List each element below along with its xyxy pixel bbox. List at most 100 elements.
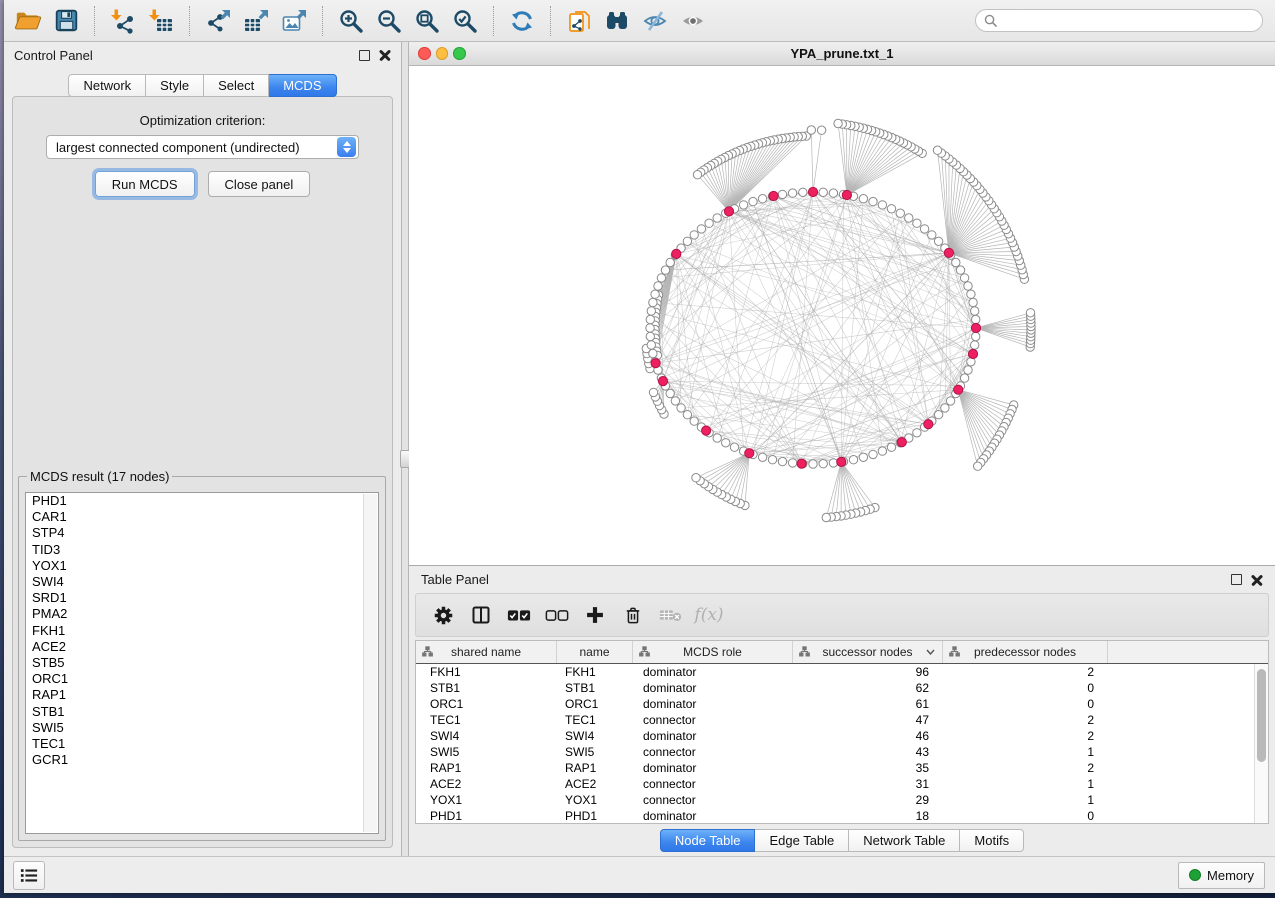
dominator-node[interactable]	[702, 426, 711, 435]
apply-function-button[interactable]: f(x)	[694, 600, 724, 630]
network-node[interactable]	[933, 146, 941, 154]
dominator-node[interactable]	[954, 385, 963, 394]
network-node[interactable]	[869, 197, 877, 205]
scrollbar-thumb[interactable]	[1257, 669, 1266, 762]
dominator-node[interactable]	[745, 449, 754, 458]
network-node[interactable]	[829, 189, 837, 197]
network-node[interactable]	[913, 219, 921, 227]
network-node[interactable]	[654, 282, 662, 290]
delete-table-button[interactable]	[656, 600, 686, 630]
network-node[interactable]	[730, 443, 738, 451]
dominator-node[interactable]	[842, 190, 851, 199]
network-node[interactable]	[969, 298, 977, 306]
network-node[interactable]	[713, 214, 721, 222]
dominator-node[interactable]	[672, 249, 681, 258]
dominator-node[interactable]	[658, 377, 667, 386]
network-window-titlebar[interactable]: YPA_prune.txt_1	[409, 42, 1275, 66]
network-node[interactable]	[972, 315, 980, 323]
mcds-result-item[interactable]: FKH1	[26, 623, 378, 639]
network-node[interactable]	[822, 513, 830, 521]
network-node[interactable]	[819, 460, 827, 468]
network-node[interactable]	[651, 290, 659, 298]
show-panels-button[interactable]	[677, 5, 709, 37]
memory-button[interactable]: Memory	[1178, 862, 1265, 889]
network-node[interactable]	[758, 195, 766, 203]
network-node[interactable]	[964, 366, 972, 374]
dominator-node[interactable]	[968, 349, 977, 358]
network-node[interactable]	[778, 190, 786, 198]
network-graph[interactable]	[409, 66, 1275, 565]
table-row[interactable]: SWI5SWI5connector431	[416, 744, 1268, 760]
close-panel-button[interactable]: Close panel	[208, 171, 311, 197]
network-node[interactable]	[934, 411, 942, 419]
network-node[interactable]	[690, 417, 698, 425]
close-panel-icon[interactable]	[379, 49, 391, 61]
tab-mcds[interactable]: MCDS	[269, 74, 336, 97]
table-row[interactable]: STB1STB1dominator620	[416, 680, 1268, 696]
dominator-node[interactable]	[769, 191, 778, 200]
add-row-button[interactable]	[580, 600, 610, 630]
network-node[interactable]	[972, 332, 980, 340]
network-node[interactable]	[657, 274, 665, 282]
network-node[interactable]	[960, 374, 968, 382]
float-panel-icon[interactable]	[1231, 574, 1242, 585]
network-node[interactable]	[646, 332, 654, 340]
column-header-successor-nodes[interactable]: successor nodes	[793, 641, 943, 663]
mcds-result-item[interactable]: TID3	[26, 542, 378, 558]
network-node[interactable]	[649, 349, 657, 357]
zoom-out-button[interactable]	[373, 5, 405, 37]
network-node[interactable]	[946, 397, 954, 405]
mcds-result-item[interactable]: PMA2	[26, 606, 378, 622]
network-node[interactable]	[646, 315, 654, 323]
mcds-result-item[interactable]: GCR1	[26, 752, 378, 768]
mcds-result-item[interactable]: STP4	[26, 525, 378, 541]
network-node[interactable]	[666, 258, 674, 266]
table-row[interactable]: YOX1YOX1connector291	[416, 792, 1268, 808]
dominator-node[interactable]	[651, 359, 660, 368]
search-input[interactable]	[1002, 13, 1262, 29]
node-table-body[interactable]: FKH1FKH1dominator962STB1STB1dominator620…	[416, 664, 1268, 823]
maximize-window-icon[interactable]	[453, 47, 466, 60]
mcds-result-item[interactable]: YOX1	[26, 558, 378, 574]
list-scrollbar[interactable]	[363, 494, 377, 832]
network-node[interactable]	[809, 460, 817, 468]
delete-rows-button[interactable]	[618, 600, 648, 630]
network-node[interactable]	[647, 341, 655, 349]
dominator-node[interactable]	[924, 420, 933, 429]
network-node[interactable]	[913, 429, 921, 437]
export-network-button[interactable]	[202, 5, 234, 37]
network-node[interactable]	[683, 411, 691, 419]
tab-node-table[interactable]: Node Table	[660, 829, 756, 852]
network-node[interactable]	[666, 389, 674, 397]
network-node[interactable]	[677, 404, 685, 412]
tab-network[interactable]: Network	[68, 74, 146, 97]
mcds-result-item[interactable]: STB5	[26, 655, 378, 671]
close-window-icon[interactable]	[418, 47, 431, 60]
select-all-button[interactable]	[504, 600, 534, 630]
network-node[interactable]	[974, 462, 982, 470]
hide-panels-button[interactable]	[639, 5, 671, 37]
zoom-fit-button[interactable]	[411, 5, 443, 37]
tab-motifs[interactable]: Motifs	[960, 829, 1024, 852]
table-row[interactable]: FKH1FKH1dominator962	[416, 664, 1268, 680]
network-node[interactable]	[887, 205, 895, 213]
zoom-in-button[interactable]	[335, 5, 367, 37]
dominator-node[interactable]	[944, 248, 953, 257]
table-row[interactable]: RAP1RAP1dominator352	[416, 760, 1268, 776]
vertical-splitter[interactable]	[401, 42, 409, 856]
network-node[interactable]	[697, 225, 705, 233]
run-mcds-button[interactable]: Run MCDS	[95, 171, 195, 197]
open-file-button[interactable]	[12, 5, 44, 37]
mcds-result-item[interactable]: ACE2	[26, 639, 378, 655]
column-header-predecessor-nodes[interactable]: predecessor nodes	[943, 641, 1108, 663]
network-node[interactable]	[799, 188, 807, 196]
import-table-button[interactable]	[145, 5, 177, 37]
table-scrollbar[interactable]	[1254, 664, 1268, 823]
mcds-result-item[interactable]: ORC1	[26, 671, 378, 687]
table-row[interactable]: SWI4SWI4dominator462	[416, 728, 1268, 744]
network-node[interactable]	[905, 214, 913, 222]
mcds-result-item[interactable]: PHD1	[26, 493, 378, 509]
clone-network-button[interactable]	[563, 5, 595, 37]
dominator-node[interactable]	[797, 459, 806, 468]
unselect-all-button[interactable]	[542, 600, 572, 630]
